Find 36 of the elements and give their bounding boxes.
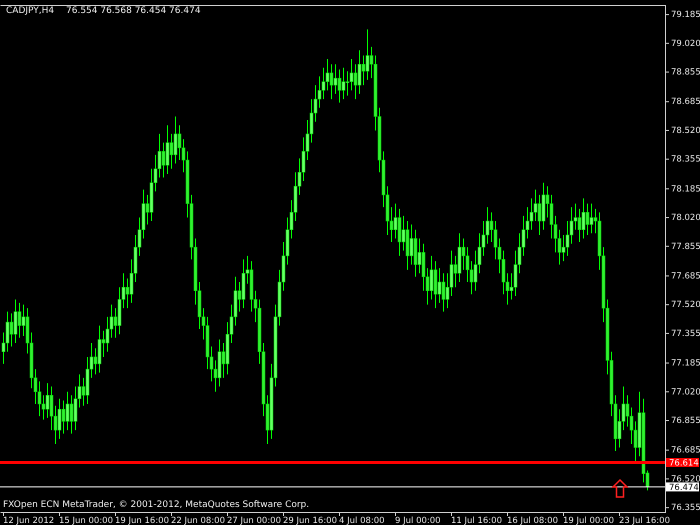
price-tick-label: 77.855	[671, 242, 700, 252]
up-arrow-icon	[611, 478, 629, 498]
time-tick-label: 16 Jul 08:00	[507, 516, 558, 525]
time-tick-label: 12 Jun 2012	[3, 516, 54, 525]
time-tick-label: 29 Jun 16:00	[283, 516, 337, 525]
price-tick-label: 78.020	[671, 213, 700, 224]
price-tick-label: 76.855	[671, 416, 700, 426]
price-tick-label: 77.685	[671, 271, 700, 282]
price-tick-label: 76.520	[671, 474, 700, 484]
line-price-tag: 76.614	[666, 458, 699, 469]
copyright-text: FXOpen ECN MetaTrader, © 2001-2012, MetaQuotes Software Corp.	[3, 500, 310, 510]
time-tick-label: 19 Jun 16:00	[115, 516, 169, 525]
time-tick-label: 19 Jul 00:00	[563, 516, 614, 525]
price-tick-label: 78.685	[671, 97, 700, 108]
time-tick-label: 4 Jul 08:00	[339, 516, 385, 525]
price-tick-label: 78.185	[671, 184, 700, 194]
price-tick-label: 77.355	[671, 328, 700, 339]
ref-line-label: 76.474	[669, 483, 699, 494]
time-tick-label: 22 Jun 08:00	[171, 516, 225, 525]
price-tick-label: 79.185	[671, 10, 700, 20]
price-tick-label: 79.020	[671, 38, 700, 49]
price-tick-label: 78.855	[671, 68, 700, 78]
time-tick-label: 9 Jul 00:00	[395, 516, 441, 525]
price-tick-label: 78.355	[671, 154, 700, 165]
time-tick-label: 15 Jun 00:00	[59, 516, 113, 525]
ohlc-values: 76.554 76.568 76.454 76.474	[66, 6, 201, 16]
price-tick-label: 76.355	[671, 503, 700, 514]
price-tick-label: 76.685	[671, 446, 700, 456]
price-tick-label: 77.020	[671, 387, 700, 398]
price-tick-label: 77.185	[671, 358, 700, 369]
time-tick-label: 27 Jun 00:00	[227, 516, 281, 525]
price-tick-label: 78.520	[671, 126, 700, 136]
time-tick-label: 11 Jul 16:00	[451, 516, 502, 525]
price-tick-label: 77.520	[671, 300, 700, 310]
symbol-label: CADJPY,H4	[6, 6, 54, 16]
time-tick-label: 23 Jul 16:00	[619, 516, 670, 525]
